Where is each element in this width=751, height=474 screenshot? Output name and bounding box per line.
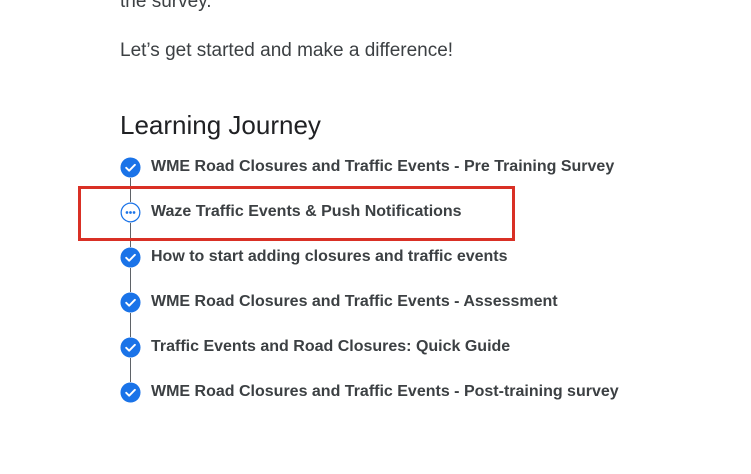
- journey-item-label: WME Road Closures and Traffic Events - P…: [151, 158, 615, 175]
- journey-item-label: How to start adding closures and traffic…: [151, 248, 508, 265]
- journey-item-label: Traffic Events and Road Closures: Quick …: [151, 338, 511, 355]
- learning-journey-title: Learning Journey: [120, 110, 321, 140]
- highlight-box: [78, 186, 515, 241]
- check-circle-icon: [120, 291, 141, 313]
- journey-item-label: WME Road Closures and Traffic Events - P…: [151, 383, 619, 400]
- check-circle-icon: [120, 336, 141, 358]
- journey-item-adding-closures[interactable]: How to start adding closures and traffic…: [120, 246, 508, 268]
- intro-text: Let’s get started and make a difference!: [120, 40, 454, 61]
- journey-item-quick-guide[interactable]: Traffic Events and Road Closures: Quick …: [120, 336, 510, 358]
- journey-item-post-training-survey[interactable]: WME Road Closures and Traffic Events - P…: [120, 381, 619, 403]
- check-circle-icon: [120, 156, 141, 178]
- check-circle-icon: [120, 381, 141, 403]
- journey-item-assessment[interactable]: WME Road Closures and Traffic Events - A…: [120, 291, 558, 313]
- page: the survey. Let’s get started and make a…: [0, 0, 751, 474]
- journey-item-pre-training-survey[interactable]: WME Road Closures and Traffic Events - P…: [120, 156, 614, 178]
- check-circle-icon: [120, 246, 141, 268]
- cut-off-text: the survey.: [120, 0, 212, 12]
- journey-item-label: WME Road Closures and Traffic Events - A…: [151, 293, 558, 310]
